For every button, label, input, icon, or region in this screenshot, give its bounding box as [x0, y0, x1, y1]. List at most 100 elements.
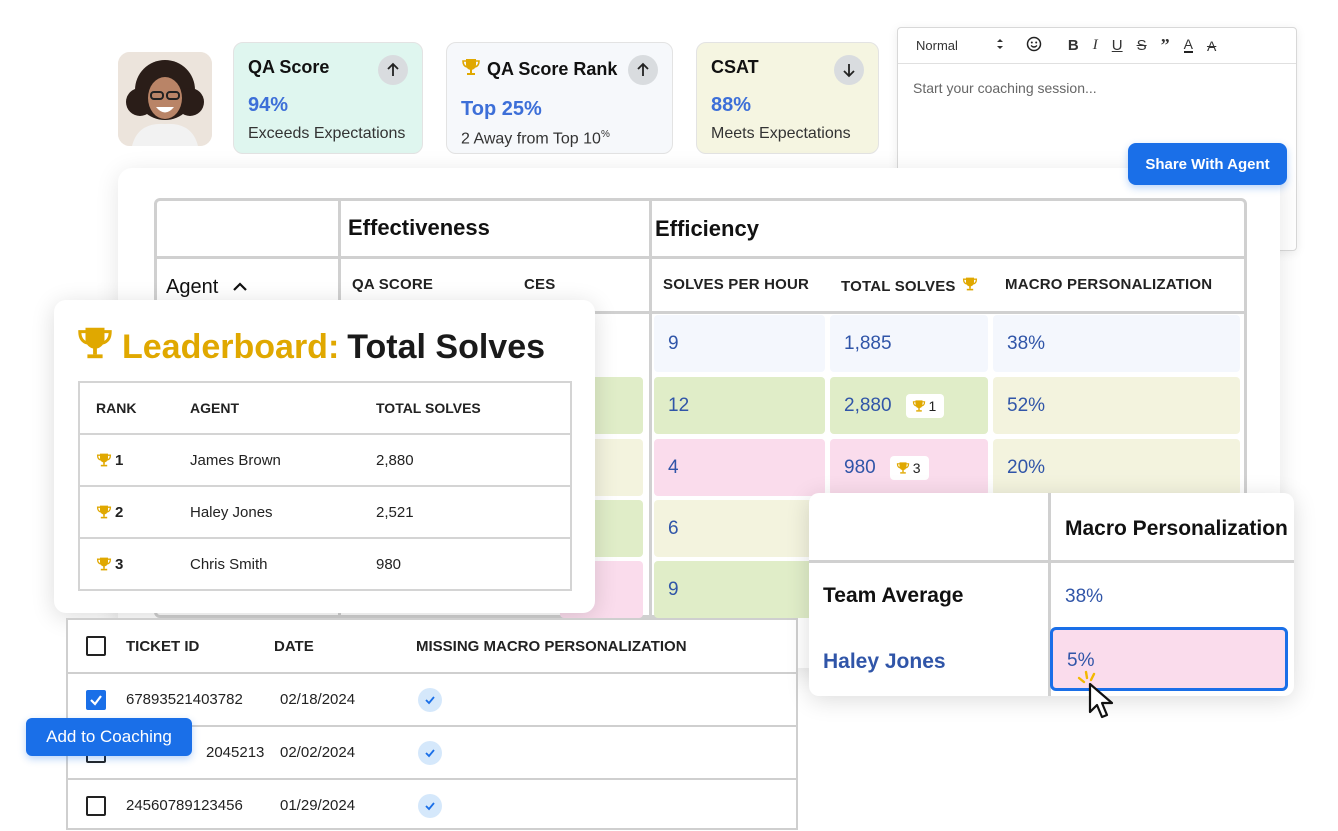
- cell-macro: 52%: [993, 377, 1240, 434]
- qa-score-sub: Exceeds Expectations: [248, 125, 406, 142]
- italic-icon[interactable]: I: [1093, 37, 1098, 54]
- col-ticket-id: TICKET ID: [126, 637, 200, 655]
- row-checkbox[interactable]: [86, 795, 106, 816]
- bold-icon[interactable]: B: [1068, 37, 1079, 54]
- rank-badge: 3: [889, 455, 929, 480]
- col-qa-score: QA SCORE: [352, 276, 434, 293]
- col-total-solves-label: TOTAL SOLVES: [841, 277, 956, 295]
- ticket-date: 02/18/2024: [280, 691, 356, 708]
- cell-total-solves: 2,880 1: [830, 377, 988, 434]
- team-average-label: Team Average: [823, 584, 964, 607]
- cell-solves-per-hour: 12: [654, 377, 825, 434]
- ticket-row: 24560789123456 01/29/2024: [68, 778, 796, 831]
- cell-solves-per-hour: 9: [654, 315, 825, 372]
- cell-solves-per-hour: 6: [654, 500, 825, 557]
- ticket-date: 01/29/2024: [280, 797, 356, 814]
- agent-header-label: Agent: [166, 276, 219, 298]
- rank-badge: 1: [905, 393, 945, 418]
- checkmark-icon: [90, 694, 102, 706]
- cell-macro: 20%: [993, 439, 1240, 496]
- select-all-checkbox[interactable]: [86, 636, 106, 656]
- arrow-up-icon[interactable]: [628, 55, 658, 85]
- style-select[interactable]: Normal: [916, 38, 1004, 53]
- add-to-coaching-button[interactable]: Add to Coaching: [26, 718, 192, 756]
- trophy-icon: [96, 557, 112, 571]
- underline-icon[interactable]: U: [1112, 37, 1123, 54]
- text-color-icon[interactable]: A: [1183, 37, 1193, 53]
- cell-macro: 38%: [993, 315, 1240, 372]
- csat-sub: Meets Expectations: [711, 125, 851, 142]
- ticket-id: 24560789123456: [126, 797, 243, 814]
- editor-input[interactable]: Start your coaching session...: [913, 80, 1097, 96]
- agent-name: Haley Jones: [190, 503, 273, 521]
- ticket-id: 67893521403782: [126, 691, 243, 708]
- strikethrough-icon[interactable]: S: [1137, 37, 1147, 54]
- trophy-icon: [896, 461, 909, 474]
- macro-comparison-card: Macro Personalization Team Average 38% H…: [809, 493, 1294, 696]
- check-circle-icon: [418, 687, 442, 712]
- qa-rank-card: QA Score Rank Top 25% 2 Away from Top 10…: [446, 42, 673, 154]
- col-ces: CES: [524, 276, 556, 293]
- leaderboard-row: 1 James Brown 2,880: [80, 433, 570, 485]
- col-rank: RANK: [96, 400, 137, 416]
- total-solves: 2,880: [376, 451, 414, 469]
- total-solves: 980: [376, 555, 402, 573]
- trophy-icon: [96, 453, 112, 467]
- arrow-down-icon[interactable]: [834, 55, 864, 85]
- group-effectiveness: Effectiveness: [348, 215, 490, 240]
- qa-rank-value: Top 25%: [461, 98, 542, 120]
- leaderboard-row: 3 Chris Smith 980: [80, 537, 570, 589]
- trophy-icon: [461, 57, 481, 82]
- select-arrows-icon: [996, 38, 1004, 53]
- rank-badge-value: 3: [912, 459, 921, 476]
- share-with-agent-button[interactable]: Share With Agent: [1128, 143, 1287, 185]
- quote-icon[interactable]: ”: [1161, 35, 1170, 56]
- qa-rank-title: QA Score Rank: [487, 59, 618, 79]
- row-checkbox[interactable]: [86, 689, 106, 710]
- arrow-up-icon[interactable]: [378, 55, 408, 85]
- col-date: DATE: [274, 637, 314, 655]
- leaderboard-table: RANK AGENT TOTAL SOLVES 1 James Brown 2,…: [78, 381, 572, 591]
- agent-name: Chris Smith: [190, 555, 268, 573]
- csat-value: 88%: [711, 94, 752, 116]
- agent-avatar: [118, 52, 212, 146]
- qa-score-card: QA Score 94% Exceeds Expectations: [233, 42, 423, 154]
- col-macro-personalization: MACRO PERSONALIZATION: [1005, 276, 1213, 293]
- col-missing-macro: MISSING MACRO PERSONALIZATION: [416, 637, 687, 655]
- tickets-header-row: TICKET ID DATE MISSING MACRO PERSONALIZA…: [68, 620, 796, 672]
- group-efficiency: Efficiency: [655, 216, 759, 241]
- style-select-value: Normal: [916, 38, 958, 53]
- agent-name: James Brown: [190, 451, 281, 469]
- cell-total-value: 980: [844, 456, 876, 478]
- rank-value: 1: [115, 451, 124, 469]
- leaderboard-card: Leaderboard: Total Solves RANK AGENT TOT…: [54, 300, 595, 613]
- clear-format-icon[interactable]: A: [1207, 38, 1216, 54]
- leaderboard-title: Total Solves: [347, 328, 546, 366]
- leaderboard-title-prefix: Leaderboard:: [122, 328, 340, 366]
- cell-solves-per-hour: 4: [654, 439, 825, 496]
- rank-value: 3: [115, 555, 124, 573]
- agent-sort-header[interactable]: Agent: [166, 276, 248, 299]
- agent-label[interactable]: Haley Jones: [823, 650, 946, 674]
- total-solves: 2,521: [376, 503, 414, 521]
- ticket-date: 02/02/2024: [280, 744, 356, 761]
- col-agent: AGENT: [190, 400, 239, 416]
- rank-value: 2: [115, 503, 124, 521]
- cell-total-solves: 980 3: [830, 439, 988, 496]
- check-circle-icon: [418, 740, 442, 765]
- comparison-header: Macro Personalization: [1065, 517, 1288, 540]
- csat-card: CSAT 88% Meets Expectations: [696, 42, 879, 154]
- col-total-solves: TOTAL SOLVES: [841, 276, 978, 296]
- cell-total-value: 2,880: [844, 394, 892, 416]
- rank-badge-value: 1: [928, 397, 937, 414]
- emoji-icon[interactable]: [1026, 36, 1042, 55]
- col-solves-per-hour: SOLVES PER HOUR: [663, 276, 810, 293]
- chevron-up-icon: [232, 279, 248, 297]
- cell-total-solves: 1,885: [830, 315, 988, 372]
- mouse-cursor-icon: [1076, 668, 1120, 720]
- qa-rank-sub: 2 Away from Top 10: [461, 130, 601, 148]
- leaderboard-header-row: RANK AGENT TOTAL SOLVES: [80, 383, 570, 433]
- trophy-icon: [962, 276, 978, 296]
- cell-solves-per-hour: 9: [654, 561, 825, 618]
- col-total-solves: TOTAL SOLVES: [376, 400, 481, 416]
